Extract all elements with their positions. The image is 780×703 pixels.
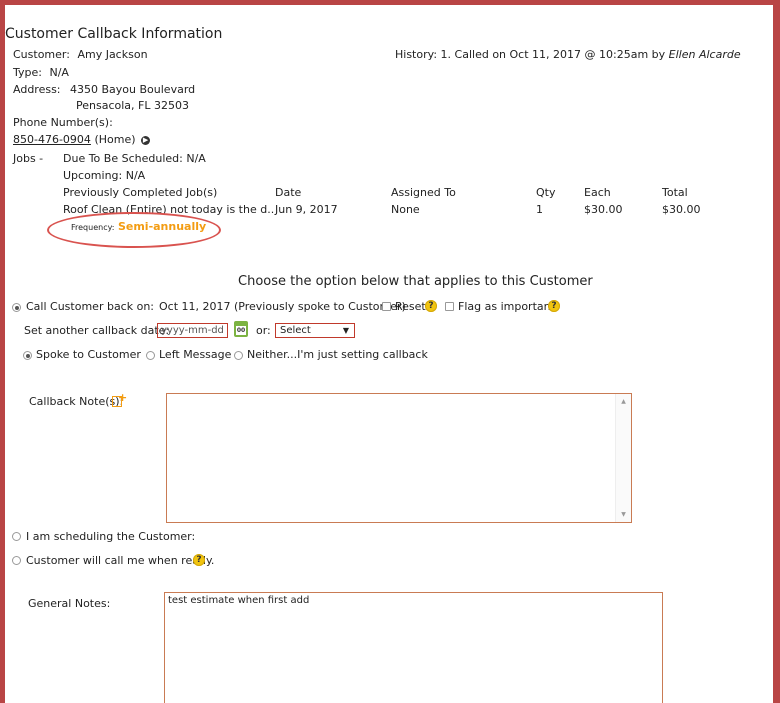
general-notes-textarea[interactable]: test estimate when first add [164, 592, 663, 703]
select-value: Select [280, 325, 311, 336]
phone-label: Phone Number(s): [13, 116, 113, 129]
table-cell-date: Jun 9, 2017 [275, 203, 338, 216]
scheduling-label: I am scheduling the Customer: [26, 530, 196, 543]
callback-notes-textarea[interactable]: ▲ ▼ [166, 393, 632, 523]
reset-checkbox[interactable] [382, 302, 391, 311]
customer-name: Amy Jackson [77, 48, 148, 61]
due-row: Due To Be Scheduled: N/A [63, 152, 206, 165]
scroll-down-icon[interactable]: ▼ [616, 511, 631, 518]
flag-help-icon[interactable]: ? [548, 300, 560, 312]
add-note-icon[interactable]: + [112, 392, 127, 408]
history-label: History: [395, 48, 438, 61]
reset-label: Reset [395, 300, 426, 313]
col-header-job: Previously Completed Job(s) [63, 186, 218, 199]
customer-label: Customer: [13, 48, 70, 61]
history-row: History: 1. Called on Oct 11, 2017 @ 10:… [395, 48, 741, 61]
will-call-help-icon[interactable]: ? [193, 554, 205, 566]
calendar-icon[interactable]: 00 [234, 321, 248, 337]
spoke-label: Spoke to Customer [36, 348, 141, 361]
highlight-annotation [47, 212, 221, 248]
col-header-each: Each [584, 186, 611, 199]
callback-preset-select[interactable]: Select ▼ [275, 323, 355, 338]
history-entry: 1. Called on Oct 11, 2017 @ 10:25am by [440, 48, 666, 61]
phone-row: 850-476-0904 (Home) ▶ [13, 133, 151, 146]
callback-date-input[interactable]: yyyy-mm-dd [157, 323, 228, 338]
reset-help-icon[interactable]: ? [425, 300, 437, 312]
spoke-radio[interactable] [23, 351, 32, 360]
table-cell-total: $30.00 [662, 203, 701, 216]
address-line2: Pensacola, FL 32503 [76, 99, 189, 112]
table-cell-each: $30.00 [584, 203, 623, 216]
chevron-down-icon: ▼ [342, 326, 349, 335]
phone-type: (Home) [94, 133, 136, 146]
scheduling-radio[interactable] [12, 532, 21, 541]
type-value: N/A [49, 66, 69, 79]
flag-checkbox[interactable] [445, 302, 454, 311]
due-value: N/A [186, 152, 206, 165]
scroll-up-icon[interactable]: ▲ [616, 398, 631, 405]
left-message-radio[interactable] [146, 351, 155, 360]
callback-label: Call Customer back on: [26, 300, 155, 313]
will-call-radio[interactable] [12, 556, 21, 565]
address-line1: 4350 Bayou Boulevard [70, 83, 196, 96]
col-header-total: Total [662, 186, 688, 199]
type-row: Type: N/A [13, 66, 69, 79]
address-row: Address: 4350 Bayou Boulevard [13, 83, 195, 96]
callback-date: Oct 11, 2017 (Previously spoke to Custom… [159, 300, 406, 313]
info-icon[interactable]: ▶ [141, 135, 151, 145]
will-call-label: Customer will call me when ready. [26, 554, 215, 567]
col-header-qty: Qty [536, 186, 556, 199]
neither-radio[interactable] [234, 351, 243, 360]
notes-label: Callback Note(s): [29, 395, 124, 408]
call-back-radio[interactable] [12, 303, 21, 312]
general-notes-value: test estimate when first add [168, 595, 310, 606]
col-header-assigned: Assigned To [391, 186, 456, 199]
customer-row: Customer: Amy Jackson [13, 48, 148, 61]
table-cell-assigned: None [391, 203, 420, 216]
address-label: Address: [13, 83, 61, 96]
options-heading: Choose the option below that applies to … [238, 274, 593, 289]
due-label: Due To Be Scheduled: [63, 152, 183, 165]
or-label: or: [256, 324, 271, 337]
general-notes-label: General Notes: [28, 597, 111, 610]
page-title: Customer Callback Information [5, 26, 223, 42]
phone-link[interactable]: 850-476-0904 [13, 133, 91, 146]
table-cell-qty: 1 [536, 203, 543, 216]
jobs-label: Jobs - [13, 152, 44, 165]
type-label: Type: [13, 66, 42, 79]
upcoming-value: N/A [125, 169, 146, 182]
upcoming-row: Upcoming: N/A [63, 169, 145, 182]
left-message-label: Left Message [159, 348, 232, 361]
notes-scrollbar[interactable]: ▲ ▼ [615, 394, 631, 522]
history-by: Ellen Alcarde [668, 48, 741, 61]
flag-label: Flag as important [458, 300, 555, 313]
upcoming-label: Upcoming: [63, 169, 123, 182]
callback-panel: Customer Callback Information Customer: … [5, 5, 773, 703]
neither-label: Neither...I'm just setting callback [247, 348, 428, 361]
set-date-label: Set another callback date: [24, 324, 170, 337]
col-header-date: Date [275, 186, 302, 199]
